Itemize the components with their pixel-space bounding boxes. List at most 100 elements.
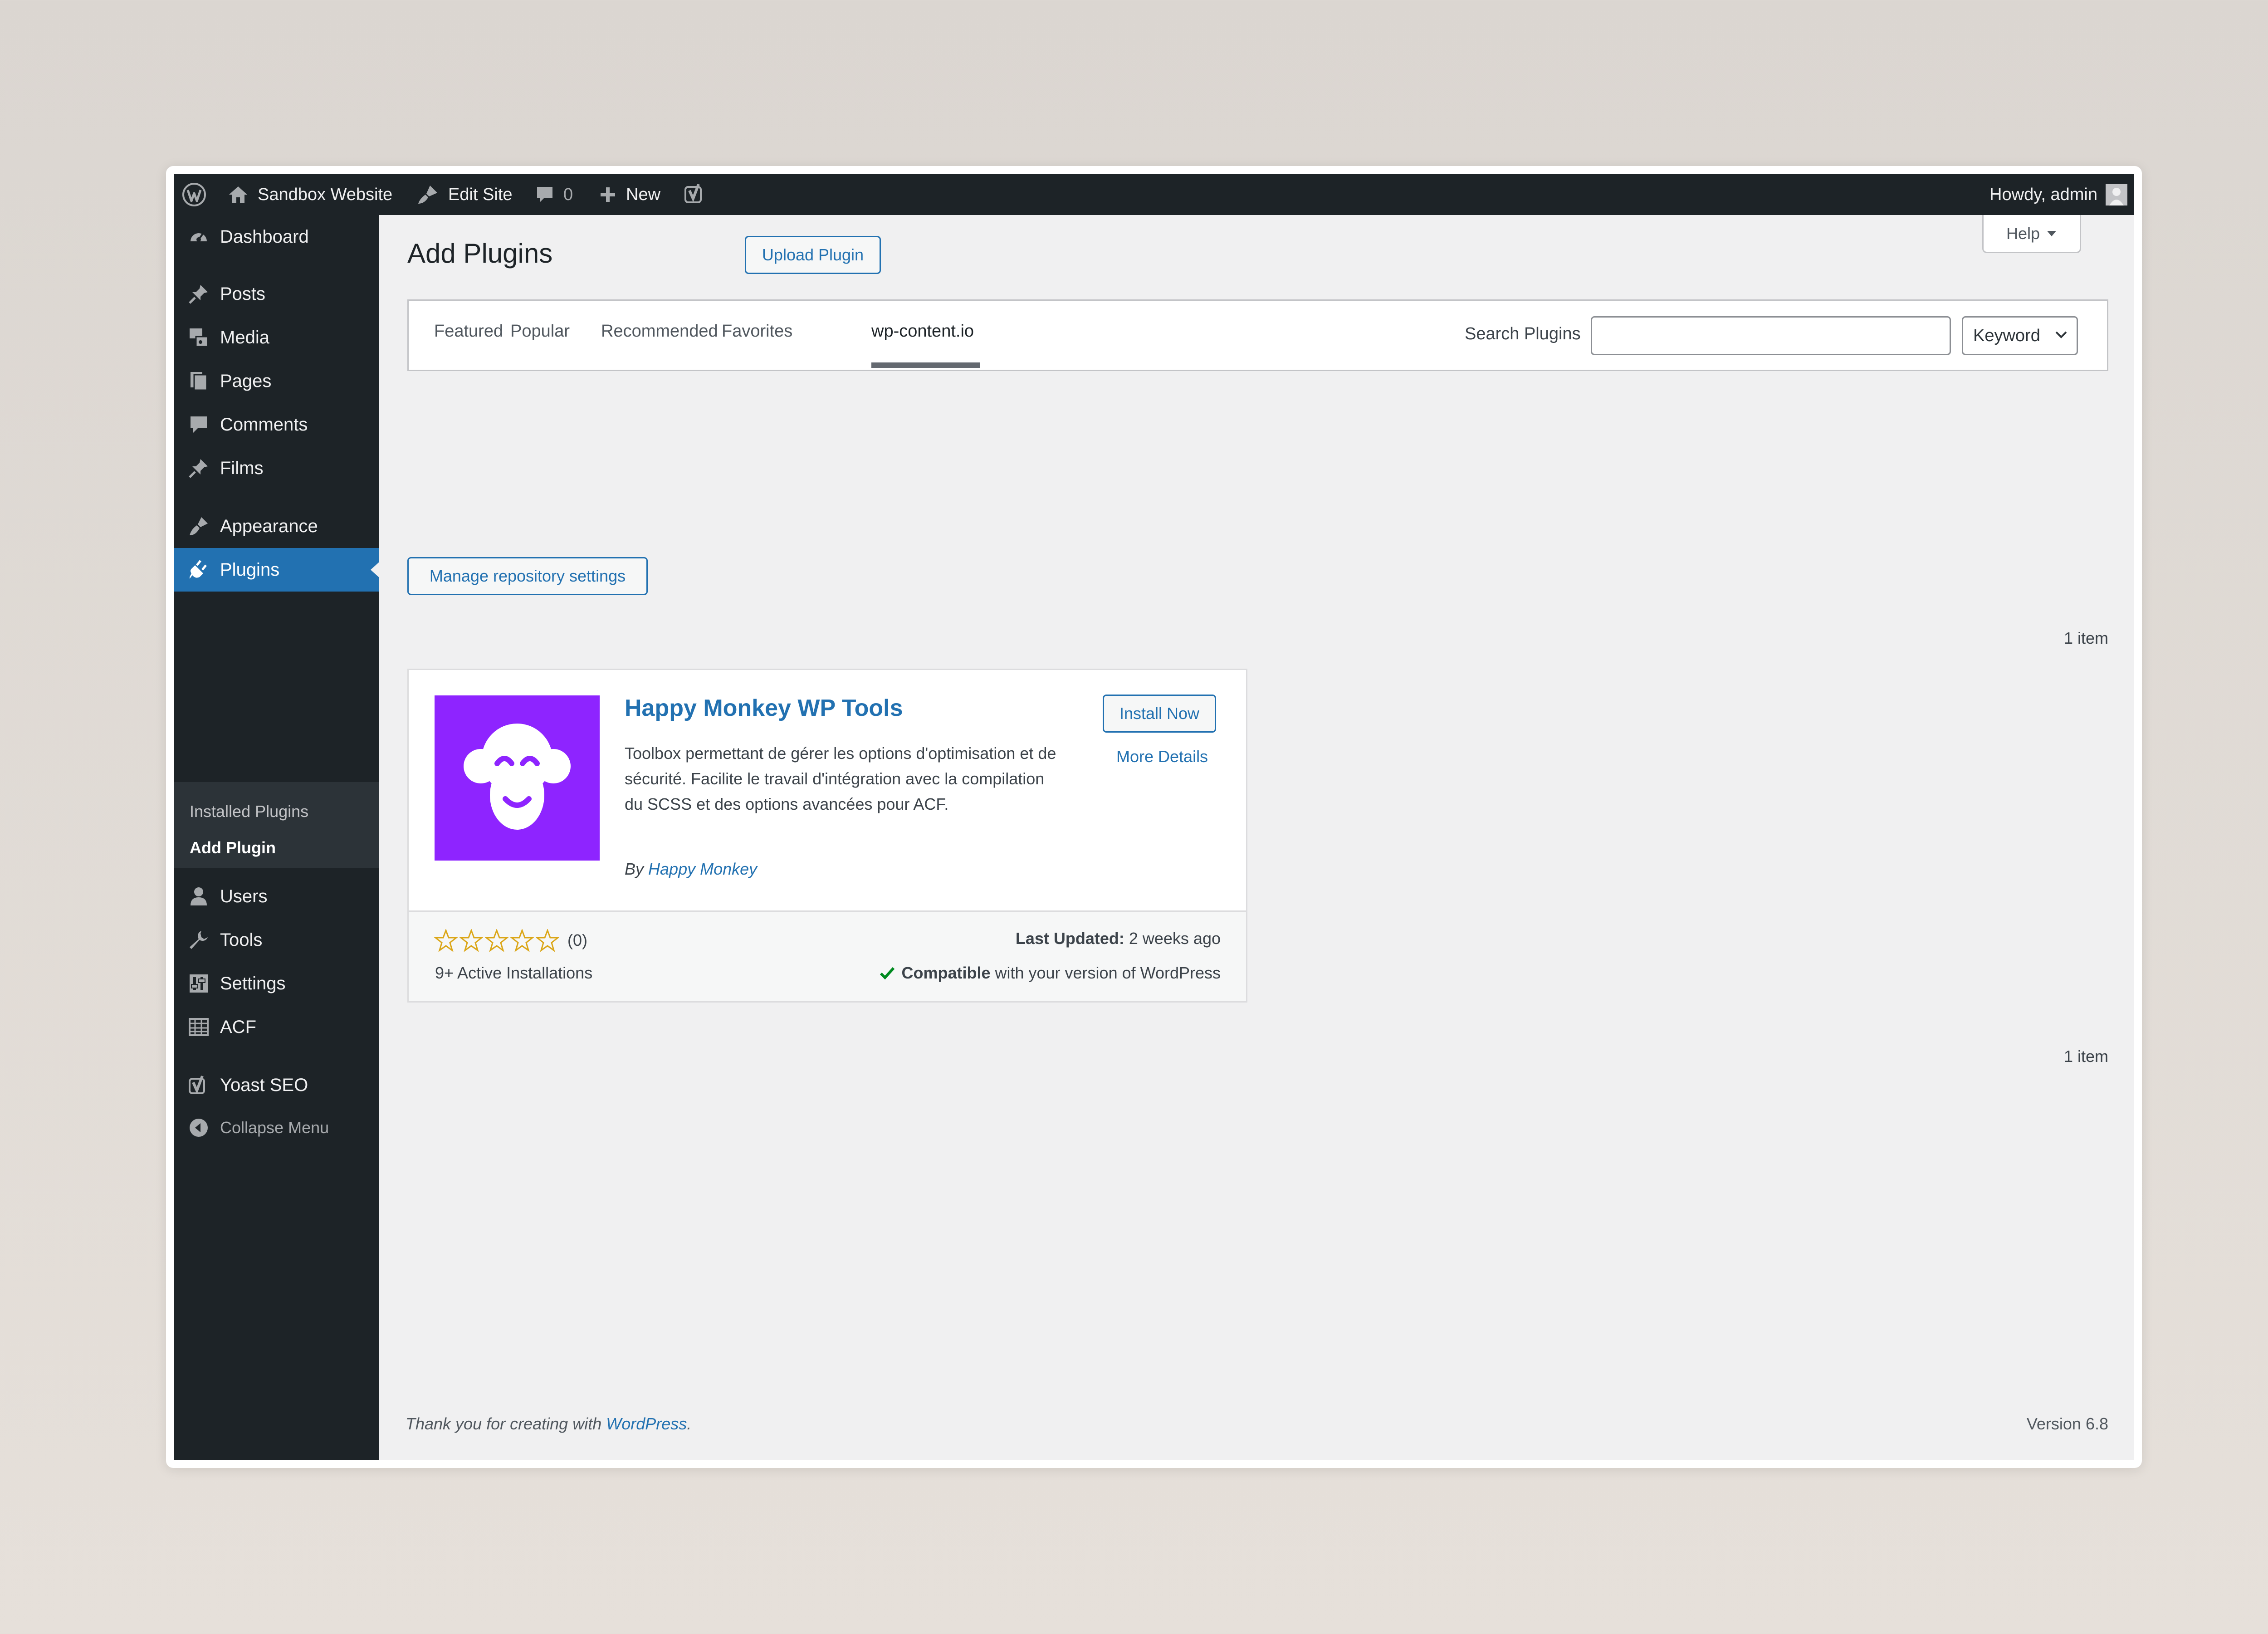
author-link[interactable]: Happy Monkey xyxy=(648,860,757,878)
menu-pages[interactable]: Pages xyxy=(174,359,379,403)
star-empty-icon xyxy=(434,929,458,952)
comment-icon xyxy=(537,187,552,202)
plugin-card-footer: (0) 9+ Active Installations Last Updated… xyxy=(409,910,1246,1001)
menu-label: Plugins xyxy=(220,559,280,580)
menu-plugins[interactable]: Plugins xyxy=(174,548,380,592)
collapse-menu-button[interactable]: Collapse Menu xyxy=(174,1106,379,1150)
plugins-submenu: Installed Plugins Add Plugin xyxy=(174,782,379,868)
item-count-bottom: 1 item xyxy=(2063,1047,2108,1066)
pin-icon xyxy=(189,459,208,478)
help-label: Help xyxy=(2006,224,2040,243)
avatar xyxy=(2106,184,2127,205)
chevron-down-icon xyxy=(2055,331,2067,338)
menu-media[interactable]: Media xyxy=(174,316,379,359)
manage-repository-settings-label: Manage repository settings xyxy=(429,567,626,585)
menu-acf[interactable]: ACF xyxy=(174,1005,379,1049)
menu-tools[interactable]: Tools xyxy=(174,918,379,962)
menu-label: Tools xyxy=(220,930,263,950)
browser-window: Sandbox Website Edit Site 0 New Howdy, a… xyxy=(174,174,2134,1460)
checkmark-icon xyxy=(880,967,895,980)
comments-link[interactable]: 0 xyxy=(535,174,573,215)
search-type-value: Keyword xyxy=(1973,326,2040,345)
tab-favorites[interactable]: Favorites xyxy=(722,322,792,341)
monkey-face-icon xyxy=(464,724,571,830)
star-empty-icon xyxy=(459,929,483,952)
last-updated-label: Last Updated: xyxy=(1015,929,1124,948)
new-content-link[interactable]: New xyxy=(599,174,660,215)
pin-icon xyxy=(189,285,208,304)
wordpress-link[interactable]: WordPress xyxy=(606,1414,687,1433)
home-icon xyxy=(229,186,247,203)
howdy-text: Howdy, admin xyxy=(1989,185,2097,204)
menu-label: Media xyxy=(220,327,269,347)
menu-label: Dashboard xyxy=(220,226,309,247)
account-menu[interactable]: Howdy, admin xyxy=(1989,174,2127,215)
user-icon xyxy=(191,887,207,905)
menu-dashboard[interactable]: Dashboard xyxy=(174,215,379,259)
current-tab-indicator xyxy=(871,362,980,368)
caret-down-icon xyxy=(2047,230,2057,236)
footer-thanks-suffix: . xyxy=(687,1414,692,1433)
tab-wp-content-io[interactable]: wp-content.io xyxy=(871,322,974,341)
plug-icon xyxy=(190,560,207,579)
menu-appearance[interactable]: Appearance xyxy=(174,504,379,548)
main-content: Help Add Plugins Upload Plugin Featured … xyxy=(379,215,2134,1460)
compatible-text: with your version of WordPress xyxy=(995,964,1221,982)
install-now-button[interactable]: Install Now xyxy=(1103,695,1216,733)
wordpress-logo-button[interactable] xyxy=(181,174,208,215)
help-tab-button[interactable]: Help xyxy=(1982,215,2081,253)
tab-recommended[interactable]: Recommended xyxy=(601,322,718,341)
comments-count: 0 xyxy=(563,185,573,204)
footer-thanks: Thank you for creating with WordPress. xyxy=(406,1414,691,1433)
plugin-name-link[interactable]: Happy Monkey WP Tools xyxy=(625,695,903,722)
plugin-icon[interactable] xyxy=(435,695,600,861)
menu-label: Films xyxy=(220,458,264,478)
compatible-label: Compatible xyxy=(901,964,991,982)
item-count-top: 1 item xyxy=(2063,629,2108,647)
tab-featured[interactable]: Featured xyxy=(434,322,503,341)
site-name: Sandbox Website xyxy=(258,185,393,204)
menu-label: ACF xyxy=(220,1017,256,1037)
dashboard-icon xyxy=(191,232,207,242)
yoast-icon xyxy=(684,183,702,203)
compatibility-status: Compatible with your version of WordPres… xyxy=(880,964,1221,983)
edit-site-label: Edit Site xyxy=(448,185,513,204)
media-icon xyxy=(190,328,209,347)
menu-films[interactable]: Films xyxy=(174,446,379,490)
page-title: Add Plugins xyxy=(407,238,553,269)
manage-repository-settings-button[interactable]: Manage repository settings xyxy=(407,557,648,595)
menu-label: Posts xyxy=(220,284,266,304)
edit-site-link[interactable]: Edit Site xyxy=(416,174,513,215)
upload-plugin-button[interactable]: Upload Plugin xyxy=(745,236,881,274)
search-plugins-input[interactable] xyxy=(1591,316,1951,355)
table-icon xyxy=(189,1018,209,1036)
admin-bar: Sandbox Website Edit Site 0 New Howdy, a… xyxy=(174,174,2134,215)
menu-label: Users xyxy=(220,886,268,906)
more-details-link[interactable]: More Details xyxy=(1116,747,1208,766)
search-type-select[interactable]: Keyword xyxy=(1962,316,2078,355)
tab-popular[interactable]: Popular xyxy=(510,322,570,341)
footer-version: Version 6.8 xyxy=(2026,1414,2108,1433)
star-empty-icon xyxy=(485,929,508,952)
collapse-icon xyxy=(190,1119,208,1137)
submenu-add-plugin[interactable]: Add Plugin xyxy=(190,838,276,857)
submenu-installed-plugins[interactable]: Installed Plugins xyxy=(190,802,308,821)
wrench-icon xyxy=(190,931,208,949)
collapse-label: Collapse Menu xyxy=(220,1118,329,1137)
menu-yoast-seo[interactable]: Yoast SEO xyxy=(174,1063,379,1107)
yoast-icon xyxy=(189,1075,205,1094)
site-name-link[interactable]: Sandbox Website xyxy=(228,174,392,215)
upload-plugin-label: Upload Plugin xyxy=(762,245,864,264)
brush-icon xyxy=(190,517,208,535)
menu-users[interactable]: Users xyxy=(174,875,379,918)
menu-label: Yoast SEO xyxy=(220,1075,308,1095)
menu-posts[interactable]: Posts xyxy=(174,272,379,316)
footer-thanks-prefix: Thank you for creating with xyxy=(406,1414,602,1433)
search-plugins-label: Search Plugins xyxy=(1465,324,1581,343)
new-label: New xyxy=(626,185,661,204)
menu-comments[interactable]: Comments xyxy=(174,403,379,446)
menu-settings[interactable]: Settings xyxy=(174,962,379,1005)
yoast-menu-button[interactable] xyxy=(684,174,705,215)
comment-icon xyxy=(191,416,207,433)
menu-label: Appearance xyxy=(220,516,318,536)
